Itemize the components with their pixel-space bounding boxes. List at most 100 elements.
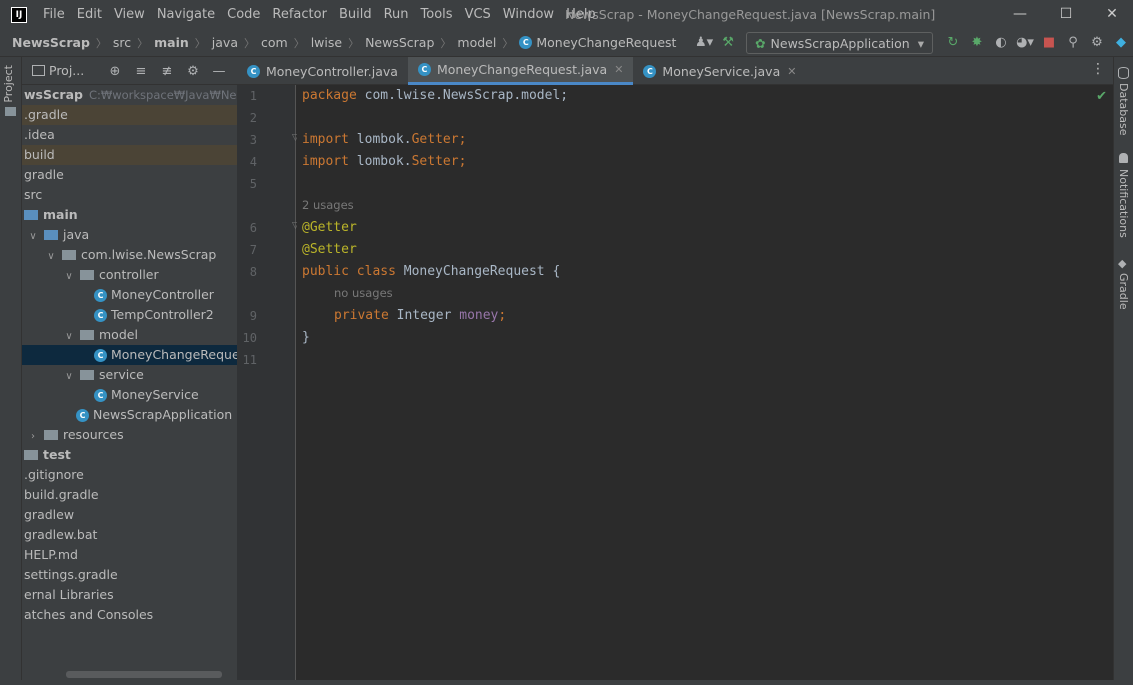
tree-item[interactable]: ernal Libraries — [22, 585, 237, 605]
breadcrumb-item[interactable]: model — [457, 35, 496, 50]
tree-item[interactable]: gradle — [22, 165, 237, 185]
search-icon[interactable]: ⚲ — [1061, 31, 1085, 55]
minimize-button[interactable]: — — [997, 0, 1043, 29]
menu-navigate[interactable]: Navigate — [151, 0, 221, 29]
tree-item[interactable]: build — [22, 145, 237, 165]
line-number: 5 — [249, 177, 257, 191]
spring-boot-icon: ✿ — [755, 35, 766, 51]
menu-build[interactable]: Build — [333, 0, 378, 29]
breadcrumb-item[interactable]: com — [261, 35, 288, 50]
editor-tab-label: MoneyController.java — [266, 63, 398, 79]
gear-icon[interactable]: ⚙ — [1085, 31, 1109, 55]
editor-tab[interactable]: C MoneyController.java — [237, 57, 408, 85]
code-editor[interactable]: ✔ package com.lwise.NewsScrap.model; imp… — [297, 85, 1113, 680]
tree-item[interactable]: gradlew.bat — [22, 525, 237, 545]
status-bar — [0, 680, 1133, 685]
chevron-down-icon[interactable]: ∨ — [62, 327, 76, 347]
breadcrumb-item[interactable]: main — [154, 35, 189, 50]
expand-all-icon[interactable]: ≡ — [128, 64, 154, 79]
chevron-down-icon[interactable]: ∨ — [62, 267, 76, 287]
chevron-down-icon[interactable]: ∨ — [26, 227, 40, 247]
main-menu: File Edit View Navigate Code Refactor Build Run… — [37, 0, 602, 29]
editor-tab[interactable]: C MoneyChangeRequest.java ✕ — [407, 57, 634, 85]
tree-item[interactable]: C NewsScrapApplication — [22, 405, 237, 425]
tree-item[interactable]: wsScrap C:₩workspace₩Java₩NewsScrap — [22, 85, 237, 105]
database-icon — [1118, 67, 1129, 79]
menu-run[interactable]: Run — [378, 0, 415, 29]
gear-icon[interactable]: ⚙ — [180, 64, 206, 79]
menu-window[interactable]: Window — [497, 0, 560, 29]
menu-vcs[interactable]: VCS — [459, 0, 497, 29]
breadcrumb-item[interactable]: MoneyChangeRequest — [536, 35, 676, 50]
tree-item[interactable]: .idea — [22, 125, 237, 145]
locate-icon[interactable]: ⊕ — [102, 64, 128, 79]
close-tab-icon[interactable]: ✕ — [787, 65, 796, 78]
project-panel-title[interactable]: Proj... — [49, 63, 84, 78]
notifications-tool-tab[interactable]: Notifications — [1117, 169, 1130, 238]
chevron-down-icon[interactable]: ∨ — [62, 367, 76, 387]
code-line-1: package com.lwise.NewsScrap.model; — [302, 88, 569, 103]
coverage-icon[interactable]: ◐ — [989, 31, 1013, 55]
stop-icon[interactable]: ■ — [1037, 31, 1061, 55]
close-tab-icon[interactable]: ✕ — [614, 63, 623, 76]
folder-icon — [24, 449, 38, 460]
hide-panel-icon[interactable]: — — [206, 64, 232, 79]
chevron-right-icon[interactable]: › — [26, 427, 40, 447]
gradle-tool-tab[interactable]: Gradle — [1117, 273, 1130, 310]
tree-item[interactable]: .gitignore — [22, 465, 237, 485]
tree-item-label: wsScrap — [24, 87, 83, 102]
tree-item[interactable]: C MoneyChangeRequest — [22, 345, 237, 365]
chevron-down-icon[interactable]: ∨ — [44, 247, 58, 267]
profile-icon[interactable]: ◕▾ — [1013, 31, 1037, 55]
tree-item[interactable]: main — [22, 205, 237, 225]
usages-hint[interactable]: 2 usages — [302, 198, 354, 212]
breadcrumb-item[interactable]: lwise — [311, 35, 342, 50]
tree-item[interactable]: ∨ controller — [22, 265, 237, 285]
tree-item[interactable]: .gradle — [22, 105, 237, 125]
project-tool-tab[interactable]: Project — [2, 65, 15, 103]
editor-tab-label: MoneyService.java — [662, 63, 781, 79]
run-configuration-select[interactable]: ✿ NewsScrapApplication ▾ — [746, 32, 933, 54]
tree-item-label: NewsScrapApplication — [93, 407, 233, 422]
tree-item[interactable]: test — [22, 445, 237, 465]
tree-item[interactable]: ∨ model — [22, 325, 237, 345]
collapse-all-icon[interactable]: ≢ — [154, 64, 180, 79]
tree-item[interactable]: C TempController2 — [22, 305, 237, 325]
breadcrumb-separator-icon: 〉 — [502, 36, 514, 50]
menu-file[interactable]: File — [37, 0, 71, 29]
run-icon[interactable]: ↻ — [941, 31, 965, 55]
tree-item[interactable]: gradlew — [22, 505, 237, 525]
no-problems-check-icon[interactable]: ✔ — [1096, 89, 1107, 104]
more-tabs-icon[interactable]: ⋮ — [1091, 61, 1105, 77]
breadcrumb-item[interactable]: NewsScrap — [12, 35, 90, 50]
close-button[interactable]: ✕ — [1089, 0, 1133, 29]
tree-item[interactable]: src — [22, 185, 237, 205]
maximize-button[interactable]: ☐ — [1043, 0, 1089, 29]
hammer-icon[interactable]: ⚒ — [716, 31, 740, 55]
tree-item[interactable]: C MoneyService — [22, 385, 237, 405]
tree-item[interactable]: ∨ com.lwise.NewsScrap — [22, 245, 237, 265]
toolbox-icon[interactable]: ◆ — [1109, 31, 1133, 55]
breadcrumb-item[interactable]: NewsScrap — [365, 35, 434, 50]
no-usages-hint[interactable]: no usages — [334, 286, 393, 300]
tree-item[interactable]: build.gradle — [22, 485, 237, 505]
tree-item[interactable]: settings.gradle — [22, 565, 237, 585]
tree-item[interactable]: atches and Consoles — [22, 605, 237, 625]
menu-tools[interactable]: Tools — [415, 0, 459, 29]
tree-item[interactable]: ∨ java — [22, 225, 237, 245]
tree-item[interactable]: › resources — [22, 425, 237, 445]
menu-view[interactable]: View — [108, 0, 151, 29]
menu-edit[interactable]: Edit — [71, 0, 108, 29]
menu-code[interactable]: Code — [221, 0, 266, 29]
database-tool-tab[interactable]: Database — [1117, 83, 1130, 136]
menu-refactor[interactable]: Refactor — [266, 0, 333, 29]
user-icon[interactable]: ♟▾ — [692, 31, 716, 55]
breadcrumb-item[interactable]: src — [113, 35, 131, 50]
horizontal-scrollbar[interactable] — [66, 671, 222, 678]
editor-tab[interactable]: C MoneyService.java ✕ — [633, 57, 806, 85]
tree-item[interactable]: HELP.md — [22, 545, 237, 565]
breadcrumb-item[interactable]: java — [212, 35, 238, 50]
tree-item[interactable]: C MoneyController — [22, 285, 237, 305]
debug-icon[interactable]: ✸ — [965, 31, 989, 55]
tree-item[interactable]: ∨ service — [22, 365, 237, 385]
